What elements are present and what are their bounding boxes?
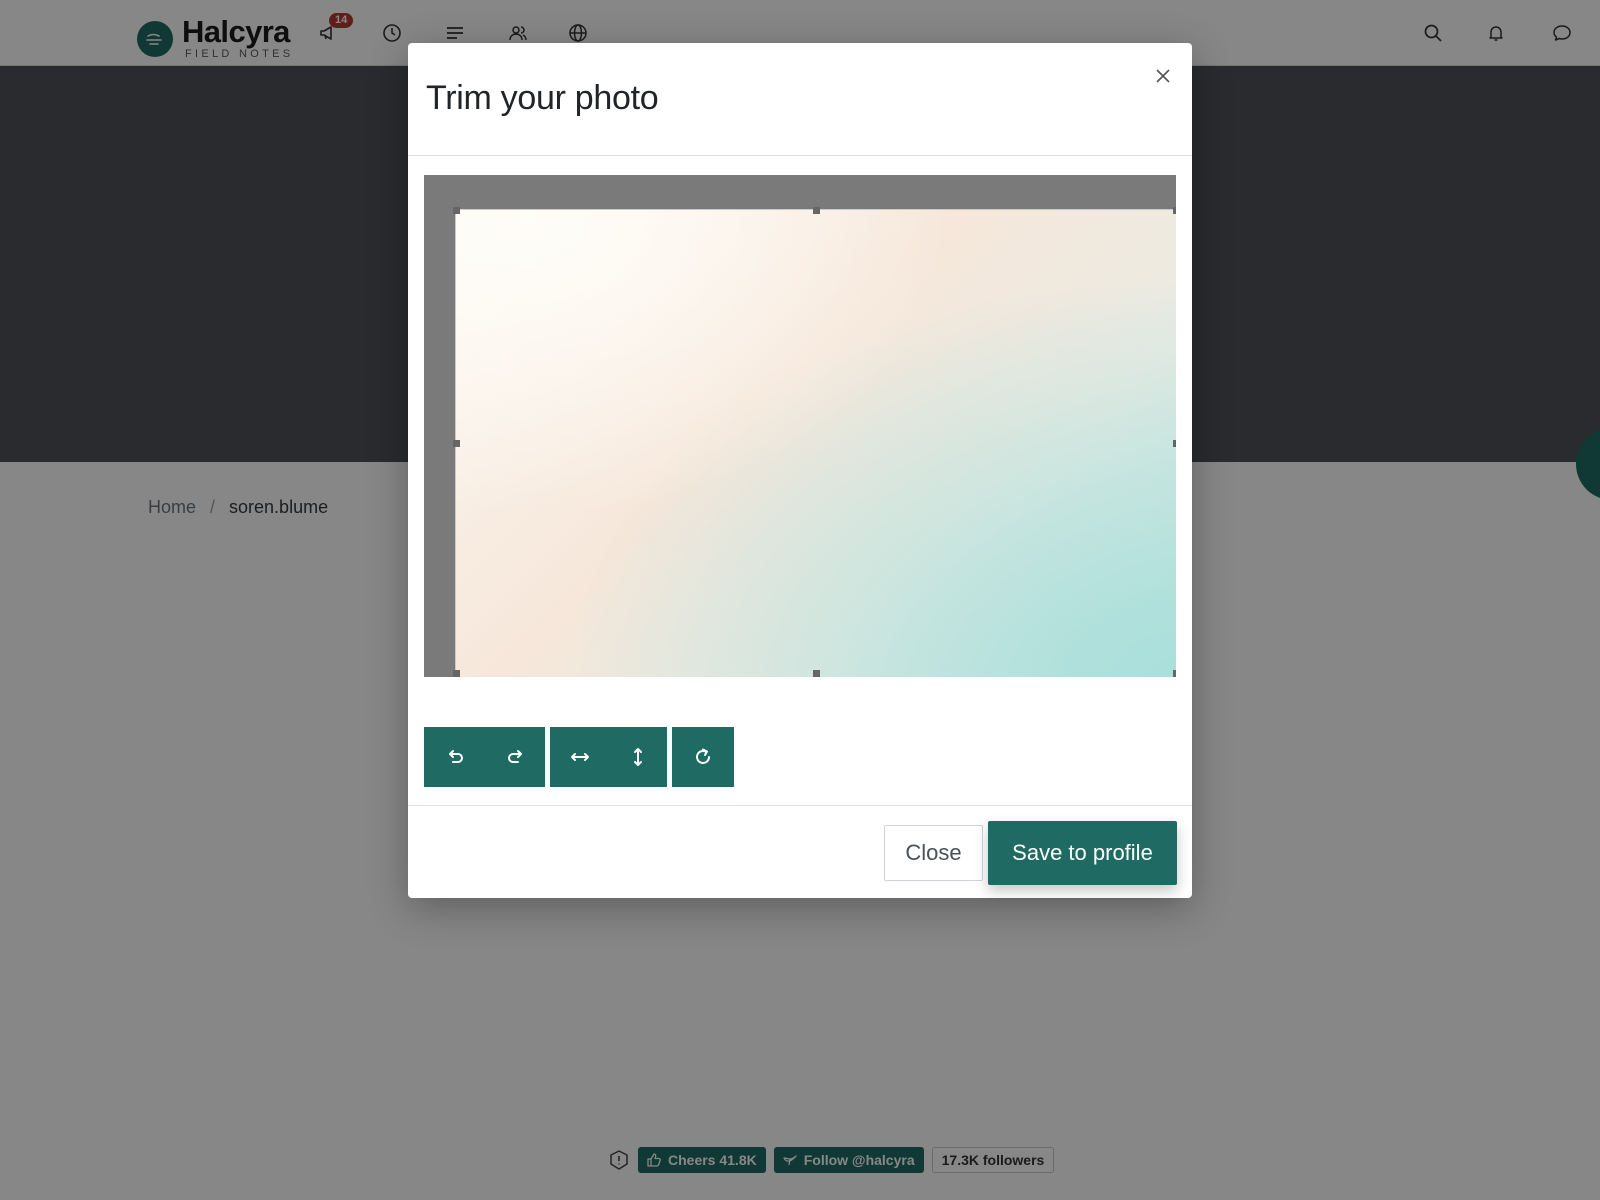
crop-handle-top-left[interactable] xyxy=(453,207,460,214)
crop-selection[interactable] xyxy=(453,207,1176,677)
rotate-button-group xyxy=(424,727,545,787)
rotate-left-button[interactable] xyxy=(424,727,486,787)
modal-header: Trim your photo xyxy=(408,43,1192,156)
crop-toolbar xyxy=(424,727,739,787)
crop-canvas[interactable] xyxy=(424,175,1176,677)
rotate-left-icon xyxy=(449,750,463,763)
modal-close-button[interactable] xyxy=(1150,63,1176,89)
close-button[interactable]: Close xyxy=(884,825,983,881)
crop-handle-bottom[interactable] xyxy=(813,670,820,677)
crop-handle-left[interactable] xyxy=(453,440,460,447)
close-icon xyxy=(1156,69,1170,83)
reset-button-group xyxy=(672,727,734,787)
save-to-profile-button[interactable]: Save to profile xyxy=(988,821,1177,885)
flip-button-group xyxy=(550,727,667,787)
crop-handle-right[interactable] xyxy=(1173,440,1176,447)
rotate-right-button[interactable] xyxy=(486,727,545,787)
flip-horizontal-button[interactable] xyxy=(550,727,609,787)
flip-horizontal-icon xyxy=(570,753,589,761)
crop-handle-top-right[interactable] xyxy=(1173,207,1176,214)
rotate-right-icon xyxy=(507,750,522,763)
modal-title: Trim your photo xyxy=(426,79,659,117)
reset-icon xyxy=(696,748,710,764)
crop-handle-bottom-left[interactable] xyxy=(453,670,460,677)
crop-handle-bottom-right[interactable] xyxy=(1173,670,1176,677)
flip-vertical-icon xyxy=(634,748,642,766)
modal-footer: Close Save to profile xyxy=(408,805,1192,898)
crop-handle-top[interactable] xyxy=(813,207,820,214)
flip-vertical-button[interactable] xyxy=(609,727,667,787)
trim-photo-modal: Trim your photo Close Save to profile xyxy=(408,43,1192,898)
reset-button[interactable] xyxy=(672,727,734,787)
